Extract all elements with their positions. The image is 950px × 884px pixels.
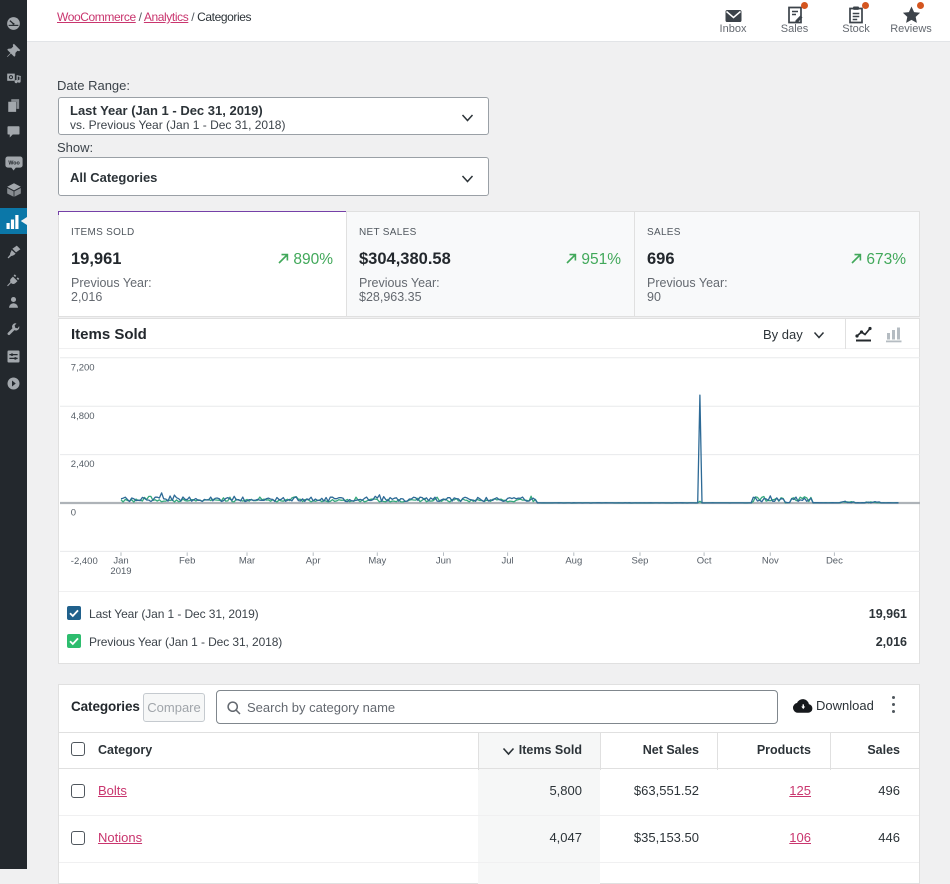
svg-text:Apr: Apr <box>306 556 321 567</box>
svg-text:Feb: Feb <box>179 556 195 567</box>
svg-text:Oct: Oct <box>697 556 712 567</box>
svg-text:Woo: Woo <box>8 160 20 166</box>
svg-text:Jun: Jun <box>436 556 451 567</box>
svg-text:Nov: Nov <box>762 556 779 567</box>
svg-text:Dec: Dec <box>826 556 843 567</box>
svg-text:Jul: Jul <box>502 556 514 567</box>
svg-text:Aug: Aug <box>565 556 582 567</box>
svg-text:0: 0 <box>71 508 76 519</box>
svg-text:7,200: 7,200 <box>71 362 95 373</box>
svg-text:Sep: Sep <box>632 556 649 567</box>
svg-text:-2,400: -2,400 <box>71 556 98 567</box>
svg-text:2019: 2019 <box>110 566 131 577</box>
svg-text:Jan: Jan <box>113 556 128 567</box>
svg-text:Mar: Mar <box>239 556 255 567</box>
svg-text:4,800: 4,800 <box>71 411 95 422</box>
svg-text:2,400: 2,400 <box>71 459 95 470</box>
svg-text:May: May <box>368 556 386 567</box>
